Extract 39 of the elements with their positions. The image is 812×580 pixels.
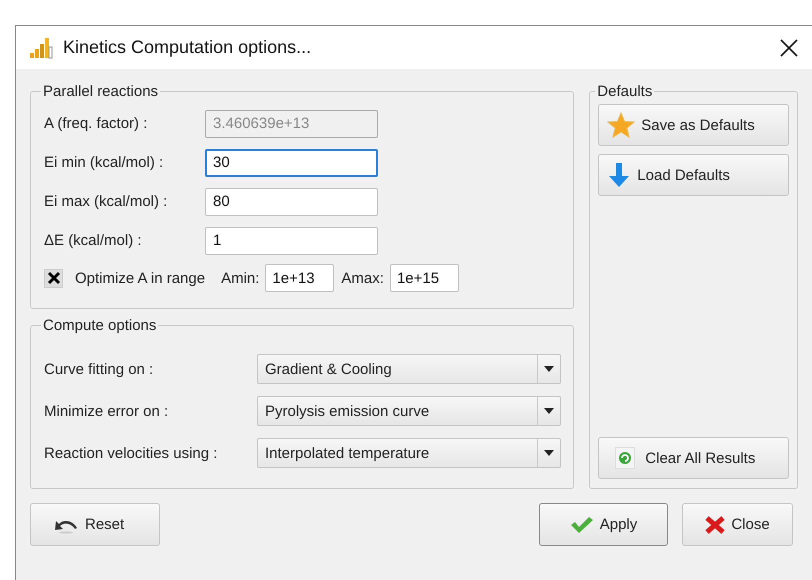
close-icon: [705, 516, 726, 534]
caret-icon: [544, 450, 554, 456]
refresh-icon: [615, 447, 636, 469]
group-title: Parallel reactions: [42, 83, 160, 100]
bar-chart-icon: [29, 36, 53, 58]
field-label: Ei min (kcal/mol) :: [44, 154, 164, 171]
group-title: Defaults: [596, 83, 654, 100]
input-field[interactable]: 30: [205, 148, 378, 176]
input-field[interactable]: 1e+15: [390, 264, 459, 292]
reset-button[interactable]: Reset: [30, 503, 160, 546]
field-label: Amax:: [341, 270, 384, 286]
load-defaults-button[interactable]: Load Defaults: [598, 154, 789, 196]
field-label: A (freq. factor) :: [44, 115, 148, 132]
field-label: Curve fitting on :: [44, 360, 154, 378]
field-label: Minimize error on :: [44, 402, 170, 420]
close-icon[interactable]: [780, 38, 798, 56]
dropdown[interactable]: Gradient & Cooling: [257, 354, 561, 384]
field-label: ΔE (kcal/mol) :: [44, 232, 143, 249]
save-defaults-button[interactable]: Save as Defaults: [598, 104, 789, 146]
down-arrow-icon: [607, 162, 632, 188]
group-title: Compute options: [42, 317, 158, 334]
checkbox[interactable]: [44, 268, 63, 288]
input-field[interactable]: 80: [205, 188, 378, 216]
star-icon: [607, 112, 636, 138]
dropdown[interactable]: Interpolated temperature: [257, 438, 561, 468]
clear-results-button[interactable]: Clear All Results: [598, 437, 789, 479]
field-label: Amin:: [221, 270, 260, 286]
apply-button[interactable]: Apply: [539, 503, 668, 546]
caret-icon: [544, 408, 554, 414]
close-button[interactable]: Close: [682, 503, 793, 546]
window-title: Kinetics Computation options...: [63, 37, 312, 58]
field-label: Ei max (kcal/mol) :: [44, 193, 168, 210]
caret-icon: [544, 366, 554, 372]
checkbox-label: Optimize A in range: [75, 270, 206, 286]
field-label: Reaction velocities using :: [44, 444, 218, 462]
dropdown[interactable]: Pyrolysis emission curve: [257, 396, 561, 426]
checkmark-icon: [570, 516, 594, 534]
input-field[interactable]: 1: [205, 226, 378, 254]
input-field[interactable]: 1e+13: [265, 264, 334, 292]
